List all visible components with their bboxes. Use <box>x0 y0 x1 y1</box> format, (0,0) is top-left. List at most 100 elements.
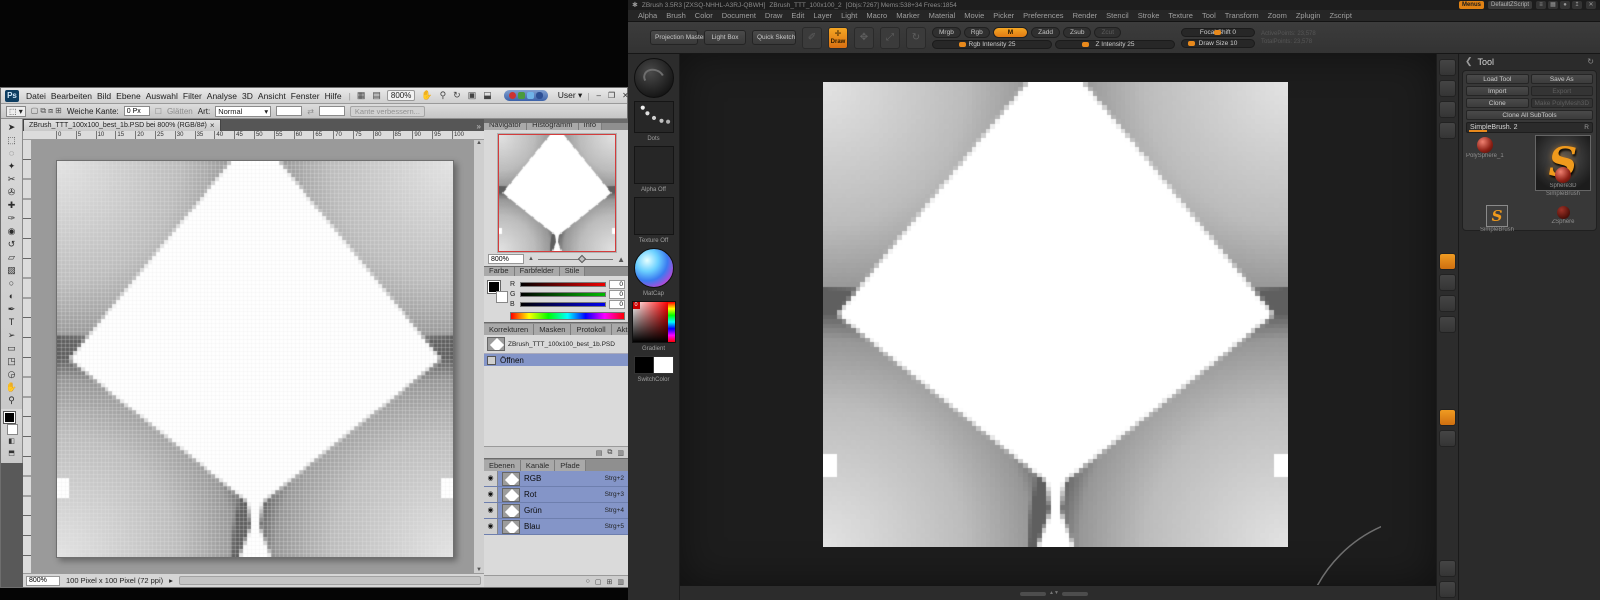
scrollbar-segment[interactable] <box>1062 592 1088 596</box>
paint-mode-button[interactable]: Rgb <box>964 27 990 38</box>
panel-tab[interactable]: Ebenen <box>484 460 521 471</box>
panel-tab[interactable]: Korrekturen <box>484 324 534 335</box>
main-color-swatch[interactable] <box>634 356 654 374</box>
zbrush-menu-item[interactable]: Brush <box>666 11 686 20</box>
panel-footer-icon[interactable]: ▥ <box>617 449 624 457</box>
ps-tool-icon[interactable]: ✋ <box>1 381 22 394</box>
zbrush-menu-item[interactable]: Edit <box>791 11 804 20</box>
history-entry[interactable]: Öffnen <box>484 353 629 366</box>
view-control-icon[interactable] <box>1439 295 1456 312</box>
titlebar-icon-button[interactable]: ↥ <box>1572 1 1582 9</box>
window-button[interactable]: – <box>595 91 603 100</box>
rotate-view-icon[interactable]: ↻ <box>452 90 462 101</box>
default-zscript-button[interactable]: DefaultZScript <box>1488 1 1532 9</box>
shelf-slider[interactable]: Focal Shift 0 <box>1181 28 1255 37</box>
color-spectrum-bar[interactable] <box>510 312 625 320</box>
menus-toggle-button[interactable]: Menus <box>1459 1 1484 9</box>
shelf-slider[interactable]: Z Intensity 25 <box>1055 40 1175 49</box>
tool-item[interactable]: SimpleBrush <box>1530 135 1596 165</box>
navigator-zoom-input[interactable] <box>488 254 524 264</box>
panel-footer-icon[interactable]: ⊞ <box>607 578 613 586</box>
selection-mode-icon[interactable]: ⊞ <box>55 106 62 116</box>
view-control-icon[interactable] <box>1439 274 1456 291</box>
canvas-scrollbar[interactable]: ▲▼ <box>1020 591 1088 596</box>
zbrush-menu-item[interactable]: Preferences <box>1023 11 1063 20</box>
channel-row[interactable]: ◉ Blau Strg+5 <box>484 519 629 535</box>
active-tool-icon[interactable]: ⬚ ▾ <box>6 106 26 117</box>
width-input-disabled[interactable] <box>276 106 302 116</box>
vertical-scrollbar[interactable]: ▲▼ <box>473 140 484 573</box>
ps-tool-icon[interactable]: ◉ <box>1 225 22 238</box>
zbrush-menu-item[interactable]: Transform <box>1225 11 1259 20</box>
zbrush-menu-item[interactable]: Light <box>841 11 857 20</box>
ps-tool-icon[interactable]: ⬚ <box>1 134 22 147</box>
zbrush-document-image[interactable] <box>823 82 1288 547</box>
ps-tool-icon[interactable]: T <box>1 316 22 329</box>
ps-tool-icon[interactable]: ◌ <box>1 147 22 160</box>
view-extras-icon[interactable]: ▤ <box>371 90 382 101</box>
slider-thumb[interactable] <box>1214 30 1221 35</box>
tool-item[interactable]: PolySphere_1 <box>1466 135 1504 160</box>
tool-palette-button[interactable]: Clone <box>1466 98 1529 108</box>
color-value-box[interactable]: 0 <box>609 280 625 289</box>
zbrush-menu-item[interactable]: Movie <box>964 11 984 20</box>
panel-tab[interactable]: Farbe <box>484 267 515 276</box>
active-tool-name-field[interactable]: SimpleBrush. 2 R <box>1466 122 1593 133</box>
ps-tool-icon[interactable]: ▭ <box>1 342 22 355</box>
slider-thumb[interactable] <box>1188 41 1195 46</box>
zbrush-menu-item[interactable]: Stencil <box>1106 11 1129 20</box>
panel-footer-icon[interactable]: ⧉ <box>607 449 612 457</box>
hand-tool-icon[interactable]: ✋ <box>420 90 433 101</box>
panel-footer-icon[interactable]: ▢ <box>595 578 602 586</box>
scrollbar-segment[interactable] <box>1020 592 1046 596</box>
tool-palette-button[interactable]: Export <box>1531 86 1594 96</box>
ps-tool-icon[interactable]: ✦ <box>1 160 22 173</box>
window-button[interactable]: ❐ <box>606 91 617 100</box>
ps-tool-icon[interactable]: ◳ <box>1 355 22 368</box>
tool-palette-button[interactable]: Save As <box>1531 74 1594 84</box>
tool-item[interactable]: Sphere3D <box>1530 165 1596 201</box>
menu-item[interactable]: Auswahl <box>144 91 180 101</box>
style-select[interactable]: Normal▾ <box>215 106 271 117</box>
zbrush-menu-item[interactable]: Alpha <box>638 11 657 20</box>
channel-row[interactable]: ◉ RGB Strg+2 <box>484 471 629 487</box>
panel-tab[interactable]: Aktionen <box>612 324 629 335</box>
view-control-icon[interactable] <box>1439 80 1456 97</box>
ps-tool-icon[interactable]: ▨ <box>1 264 22 277</box>
window-controls-cluster[interactable] <box>504 90 548 101</box>
zbrush-menu-item[interactable]: Texture <box>1168 11 1193 20</box>
panel-tab[interactable]: Pfade <box>555 460 586 471</box>
background-color-swatch[interactable] <box>496 291 508 303</box>
zbrush-menu-item[interactable]: Render <box>1073 11 1098 20</box>
switch-color-swatches[interactable] <box>634 356 674 374</box>
antialias-checkbox[interactable]: ☐ <box>155 107 162 116</box>
zbrush-menu-item[interactable]: Tool <box>1202 11 1216 20</box>
menu-item[interactable]: Fenster <box>289 91 322 101</box>
light-box-button[interactable]: Light Box <box>704 30 746 45</box>
visibility-eye-icon[interactable]: ◉ <box>484 471 498 486</box>
panel-tab[interactable]: Info <box>579 123 603 130</box>
zoom-level-dropdown[interactable]: 800% <box>387 90 415 101</box>
feather-input[interactable] <box>124 106 150 116</box>
zbrush-menu-item[interactable]: Marker <box>896 11 919 20</box>
tool-item[interactable]: SimpleBrush <box>1468 203 1526 227</box>
ps-tool-icon[interactable]: ➤ <box>1 121 22 134</box>
ps-tool-icon[interactable]: ⚲ <box>1 394 22 407</box>
view-control-icon[interactable] <box>1439 581 1456 598</box>
quick-sketch-button[interactable]: Quick Sketch <box>752 30 796 45</box>
visibility-eye-icon[interactable]: ◉ <box>484 487 498 502</box>
zoom-out-icon[interactable]: ▲ <box>528 256 534 262</box>
ps-tool-icon[interactable]: ✑ <box>1 212 22 225</box>
refine-edge-button[interactable]: Kante verbessern... <box>350 106 425 117</box>
view-control-icon[interactable] <box>1439 316 1456 333</box>
panel-tab[interactable]: Navigator <box>484 123 527 130</box>
visibility-eye-icon[interactable]: ◉ <box>484 519 498 534</box>
zbrush-menu-item[interactable]: Zoom <box>1268 11 1287 20</box>
panel-footer-icon[interactable]: ▤ <box>596 449 603 457</box>
zoom-in-icon[interactable]: ▲ <box>617 255 625 264</box>
quick-mask-icon[interactable]: ◧ <box>1 437 22 449</box>
zbrush-menu-item[interactable]: Picker <box>993 11 1014 20</box>
slider-thumb[interactable] <box>959 42 966 47</box>
zbrush-menu-item[interactable]: Color <box>695 11 713 20</box>
ps-tool-icon[interactable]: ▱ <box>1 251 22 264</box>
